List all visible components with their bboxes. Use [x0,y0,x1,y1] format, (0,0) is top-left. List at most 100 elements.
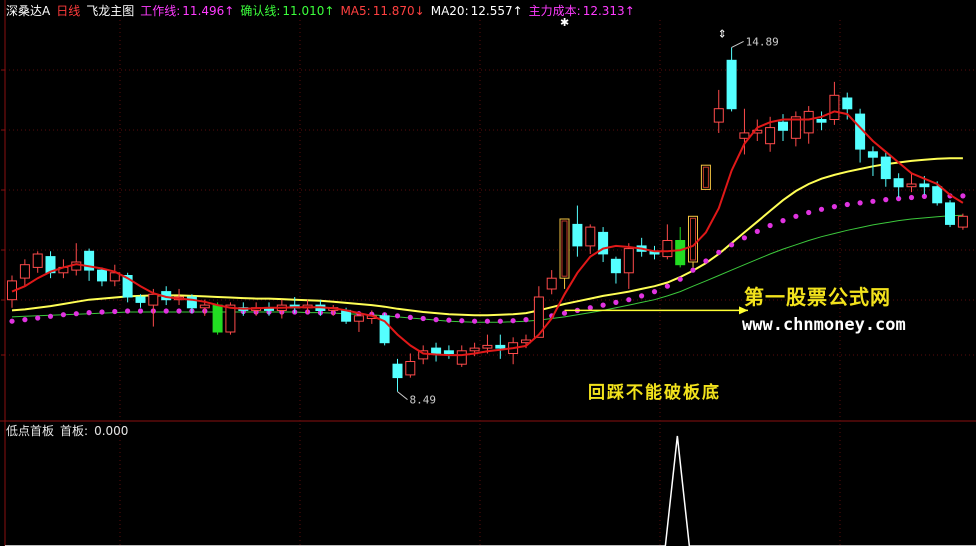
candle [585,226,596,247]
candle [97,269,107,282]
cost-dot [664,283,671,289]
chart-canvas[interactable]: 14.89⇕8.49✱ [0,0,976,546]
cost-dot [22,317,28,323]
cost-dot [960,193,966,199]
candle [148,293,159,306]
cost-dot [394,313,401,319]
candle [443,350,454,354]
candle [482,344,493,349]
candle [957,215,968,228]
indicator-name[interactable]: 飞龙主图 [86,4,134,18]
candle [32,253,43,268]
cost-dot [600,302,606,308]
candle [803,110,814,134]
candle [610,258,621,274]
cost-dot [639,293,645,299]
cost-dot [716,249,722,255]
cost-dot [677,276,683,282]
cost-dot [497,318,503,324]
indicator-value-3: 12.557↑ [470,4,523,18]
indicator-values: 工作线: 11.496↑ 确认线: 11.010↑ MA5: 11.870↓ MA20: 12… [140,4,641,18]
low-marker-line [397,391,408,401]
candle [199,304,210,309]
cost-dot [780,218,786,224]
cost-dot [523,317,529,323]
candle [405,361,416,376]
cost-dot [883,197,889,203]
cost-dot [484,318,490,324]
high-marker-line [731,40,744,48]
cost-dot [870,198,876,204]
candle [431,347,442,355]
candle [816,119,827,123]
indicator-value-1: 11.010↑ [282,4,335,18]
candle [700,164,711,190]
cost-dot [446,317,452,323]
cost-dot [806,209,812,216]
cost-dot [767,222,773,229]
cost-dot [613,299,619,305]
cost-dot [561,310,568,316]
indicator-value-4: 12.313↑ [582,4,635,18]
sub-indicator-name[interactable]: 低点首板 [6,424,54,438]
candle [829,94,840,121]
candle [135,296,146,303]
cost-dot [420,315,426,322]
candle [893,178,904,188]
candle [778,121,788,131]
cost-dot [831,204,838,210]
cost-dot [163,308,169,314]
cost-dot [47,313,54,319]
indicator-label-3: MA20: [430,4,469,18]
cost-dot [9,318,15,324]
candle [353,315,364,322]
cost-dot [86,310,92,316]
candle [919,183,930,188]
cost-dot [60,312,66,318]
indicator-label-4: 主力成本: [528,4,581,18]
candle [662,240,673,258]
indicator-value-2: 11.870↓ [372,4,425,18]
cost-dot [793,213,799,219]
cost-dot [510,318,516,324]
high-marker-icon: ⇕ [718,27,727,40]
main-chart-header: 深桑达A 日线 飞龙主图 工作线: 11.496↑ 确认线: 11.010↑ MA5: 11.8… [6,3,647,19]
period-label[interactable]: 日线 [56,4,80,18]
cost-dot [433,317,439,323]
stock-name[interactable]: 深桑达A [6,4,50,18]
cost-dot [73,311,79,317]
candle [19,264,30,279]
candle [456,350,467,365]
candle [739,132,750,139]
candle [675,240,686,266]
candle [623,248,634,274]
cost-dot [857,200,863,206]
candle [932,186,943,204]
indicator-value-0: 11.496↑ [182,4,235,18]
sub-indicator-label: 首板: [60,424,89,438]
candle [842,97,853,110]
cost-dot [35,315,41,321]
cost-dot [587,305,593,311]
candle [546,277,557,290]
indicator-label-1: 确认线: [240,4,281,18]
candle [212,304,223,333]
stock-chart-window[interactable]: { "header": { "stock_name": "深桑达A", "per… [0,0,976,546]
cost-dot [741,235,748,241]
low-price-label: 8.49 [410,394,437,407]
cost-dot [176,308,182,314]
candle [867,151,878,158]
cost-dot [459,318,465,324]
cost-dot [472,318,478,324]
watermark-url: www.chnmoney.com [742,315,906,335]
high-price-label: 14.89 [746,35,779,48]
candle [469,347,480,352]
annotation-text: 回踩不能破板底 [588,383,721,403]
candle [572,223,583,247]
indicator-label-2: MA5: [340,4,371,18]
candle [392,363,403,379]
cost-dot [729,242,735,248]
candle [688,215,698,263]
candle [495,344,506,349]
cost-dot [137,308,144,314]
